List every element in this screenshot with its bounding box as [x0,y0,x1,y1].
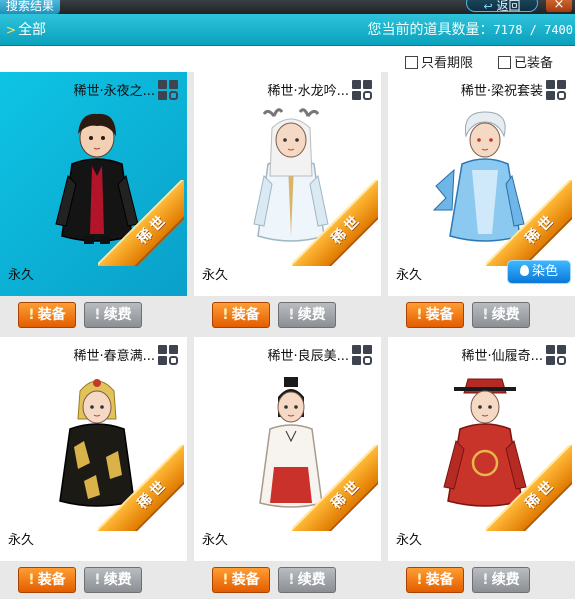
item-card[interactable]: 稀世·永夜之... 稀世 永久 [0,72,187,296]
search-results-tab[interactable]: 搜索结果 [0,0,61,14]
close-button[interactable]: × [546,0,572,12]
equipped-filter[interactable]: 已装备 [498,52,553,71]
only-timed-checkbox[interactable] [405,56,418,69]
category-all-label: 全部 [18,22,47,38]
item-duration: 永久 [8,268,35,283]
only-timed-filter[interactable]: 只看期限 [405,52,473,71]
item-duration: 永久 [8,533,35,548]
item-card[interactable]: 稀世·梁祝套装 稀世 永久 染色 [388,72,575,296]
item-name: 稀世·春意满... [73,349,155,364]
item-actions: ! 装备 ! 续费 [194,296,381,334]
item-name: 稀世·仙履奇... [461,349,543,364]
item-duration: 永久 [396,533,423,548]
renew-button[interactable]: ! 续费 [84,302,142,328]
exclamation-icon: ! [222,572,229,588]
more-options-icon[interactable] [158,80,178,100]
renew-button[interactable]: ! 续费 [278,302,336,328]
item-count-label: 您当前的道具数量： [367,22,494,38]
renew-button[interactable]: ! 续费 [84,567,142,593]
exclamation-icon: ! [94,572,101,588]
more-options-icon[interactable] [352,80,372,100]
equip-button[interactable]: ! 装备 [18,302,76,328]
rare-badge: 稀世 [486,180,572,266]
equip-button[interactable]: ! 装备 [406,567,464,593]
rare-badge: 稀世 [486,445,572,531]
filter-bar: 只看期限 已装备 [0,46,575,72]
item-grid: 稀世·永夜之... 稀世 永久 ! 装备 ! 续费 稀世·水龙吟... 稀世 永… [0,72,575,599]
rare-badge: 稀世 [98,445,184,531]
more-options-icon[interactable] [546,345,566,365]
equip-button[interactable]: ! 装备 [212,302,270,328]
exclamation-icon: ! [416,572,423,588]
exclamation-icon: ! [416,307,423,323]
exclamation-icon: ! [482,572,489,588]
item-actions: ! 装备 ! 续费 [0,296,187,334]
only-timed-label: 只看期限 [421,56,474,71]
equip-button[interactable]: ! 装备 [18,567,76,593]
equip-button[interactable]: ! 装备 [212,567,270,593]
item-duration: 永久 [202,268,229,283]
item-card[interactable]: 稀世·水龙吟... 稀世 永久 [194,72,381,296]
exclamation-icon: ! [222,307,229,323]
equipped-label: 已装备 [514,56,554,71]
item-duration: 永久 [396,268,423,283]
equip-button[interactable]: ! 装备 [406,302,464,328]
item-name: 稀世·水龙吟... [267,84,349,99]
item-card[interactable]: 稀世·良辰美... 稀世 永久 [194,337,381,561]
dye-button[interactable]: 染色 [507,260,571,284]
more-options-icon[interactable] [352,345,372,365]
more-options-icon[interactable] [158,345,178,365]
category-bar: > 全部 您当前的道具数量：7178 / 7400 [0,14,575,46]
rare-badge: 稀世 [98,180,184,266]
equipped-checkbox[interactable] [498,56,511,69]
item-card[interactable]: 稀世·仙履奇... 稀世 永久 [388,337,575,561]
item-name: 稀世·梁祝套装 [460,84,543,99]
item-duration: 永久 [202,533,229,548]
back-arrow-icon: ↩ [483,0,493,13]
exclamation-icon: ! [28,307,35,323]
exclamation-icon: ! [28,572,35,588]
rare-badge: 稀世 [292,445,378,531]
exclamation-icon: ! [482,307,489,323]
item-name: 稀世·良辰美... [267,349,349,364]
item-card[interactable]: 稀世·春意满... 稀世 永久 [0,337,187,561]
chevron-right-icon: > [6,23,17,37]
item-count: 您当前的道具数量：7178 / 7400 [368,14,573,46]
title-bar: 搜索结果 ↩ 返回 × [0,0,575,14]
item-actions: ! 装备 ! 续费 [194,561,381,599]
exclamation-icon: ! [288,572,295,588]
item-count-value: 7178 / 7400 [493,23,573,37]
rare-badge: 稀世 [292,180,378,266]
item-actions: ! 装备 ! 续费 [388,561,575,599]
category-all[interactable]: > 全部 [6,14,46,46]
item-actions: ! 装备 ! 续费 [0,561,187,599]
back-button-label: 返回 [496,0,521,13]
more-options-icon[interactable] [546,80,566,100]
item-name: 稀世·永夜之... [73,84,155,99]
item-actions: ! 装备 ! 续费 [388,296,575,334]
exclamation-icon: ! [288,307,295,323]
renew-button[interactable]: ! 续费 [472,567,530,593]
renew-button[interactable]: ! 续费 [278,567,336,593]
water-drop-icon [519,265,529,276]
exclamation-icon: ! [94,307,101,323]
renew-button[interactable]: ! 续费 [472,302,530,328]
back-button[interactable]: ↩ 返回 [466,0,538,13]
